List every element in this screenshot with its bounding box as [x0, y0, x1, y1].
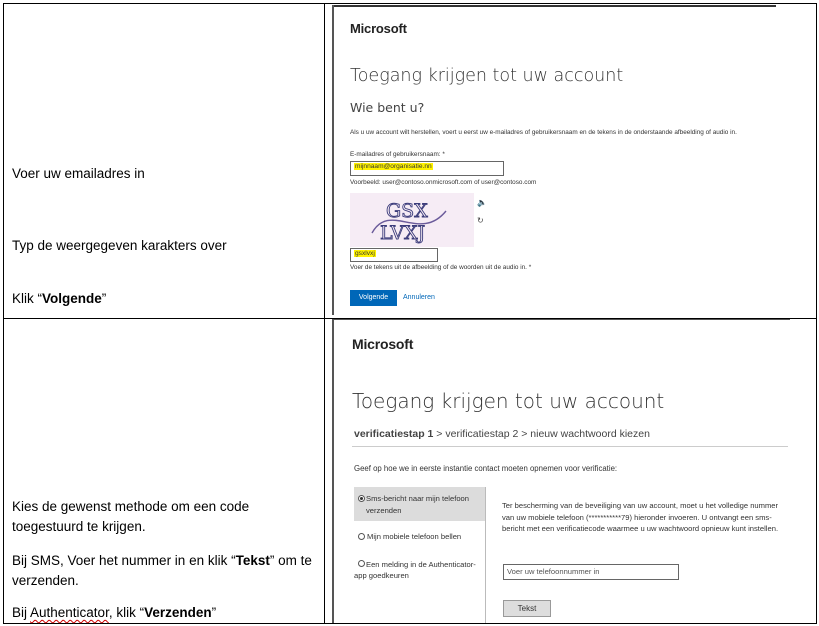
phone-number-input[interactable]: Voer uw telefoonnummer in [503, 564, 679, 580]
table-border-right [816, 3, 817, 624]
step-text: ” [101, 291, 107, 306]
step-text-squiggle: Authenticator [30, 605, 109, 620]
step-bold: Volgende [42, 291, 102, 306]
email-label: E-mailadres of gebruikersnaam: * [350, 151, 445, 158]
step-text: Bij SMS, Voer het nummer in en klik “ [12, 553, 236, 568]
step-text: ” [211, 605, 217, 620]
option-sms-label: Sms-bericht naar mijn telefoon verzenden [366, 494, 469, 515]
table-border-top [3, 3, 817, 4]
breadcrumb-divider [352, 446, 788, 447]
speaker-icon[interactable]: 🔈 [477, 198, 487, 207]
step-type-characters: Typ de weergegeven karakters over [12, 238, 227, 253]
step-text: Klik “ [12, 291, 42, 306]
email-value: mijnnaam@organisatie.nn [354, 163, 433, 170]
step-enter-email: Voer uw emailadres in [12, 166, 145, 181]
page-subtitle: Wie bent u? [350, 100, 425, 115]
radio-dot [360, 497, 363, 500]
step-sms: Bij SMS, Voer het nummer in en klik “Tek… [12, 551, 317, 591]
verification-explanation: Ter bescherming van de beveiliging van u… [502, 501, 779, 533]
method-question: Geef op hoe we in eerste instantie conta… [354, 464, 618, 473]
breadcrumb-step-3: nieuw wachtwoord kiezen [530, 428, 650, 440]
intro-text: Als u uw account wilt herstellen, voert … [350, 129, 737, 136]
screenshot-identify: Microsoft Toegang krijgen tot uw account… [332, 5, 776, 315]
email-example: Voorbeeld: user@contoso.onmicrosoft.com … [350, 179, 537, 186]
text-button[interactable]: Tekst [503, 600, 551, 617]
captcha-value: gsxlvxj [354, 250, 376, 257]
options-divider [485, 487, 486, 623]
captcha-field[interactable]: gsxlvxj [350, 248, 438, 262]
cancel-link[interactable]: Annuleren [403, 294, 435, 301]
step-text: , klik “ [108, 605, 145, 620]
captcha-hint: Voer de tekens uit de afbeelding of de w… [350, 264, 532, 271]
radio-call[interactable] [358, 533, 365, 540]
radio-sms[interactable] [358, 495, 365, 502]
captcha-drawing: GSX LVXJ [371, 200, 447, 244]
screenshot-verification: Microsoft Toegang krijgen tot uw account… [332, 319, 790, 623]
step-authenticator: Bij Authenticator, klik “Verzenden” [12, 603, 317, 623]
breadcrumb-separator: > [433, 428, 446, 440]
captcha-image: GSX LVXJ [350, 193, 474, 247]
page-title: Toegang krijgen tot uw account [350, 66, 624, 86]
breadcrumb-separator: > [518, 428, 531, 440]
breadcrumb-step-2: verificatiestap 2 [445, 428, 519, 440]
step-text: Bij [12, 605, 31, 620]
table-column-divider [324, 3, 325, 624]
option-authenticator-label: Een melding in de Authenticator-app goed… [354, 560, 476, 580]
breadcrumb-step-1: verificatiestap 1 [354, 428, 434, 440]
step-click-next: Klik “Volgende” [12, 289, 317, 309]
step-bold: Verzenden [144, 605, 212, 620]
captcha-text: GSX [386, 200, 428, 222]
microsoft-logo-text: Microsoft [350, 21, 407, 36]
table-border-bottom [3, 623, 817, 624]
captcha-text: LVXJ [380, 222, 425, 244]
step-choose-method: Kies de gewenst methode om een code toeg… [12, 499, 250, 534]
screenshot-top-edge [334, 5, 776, 7]
microsoft-logo-text: Microsoft [352, 336, 414, 352]
page-title: Toegang krijgen tot uw account [352, 389, 665, 413]
email-field[interactable]: mijnnaam@organisatie.nn [350, 161, 504, 176]
table-border-left [3, 3, 4, 624]
refresh-icon[interactable]: ↻ [477, 216, 484, 225]
breadcrumb: verificatiestap 1 > verificatiestap 2 > … [354, 428, 650, 440]
step-bold: Tekst [235, 553, 270, 568]
screenshot-top-edge [334, 319, 790, 320]
next-button[interactable]: Volgende [350, 290, 397, 306]
option-call-label: Mijn mobiele telefoon bellen [367, 532, 462, 541]
